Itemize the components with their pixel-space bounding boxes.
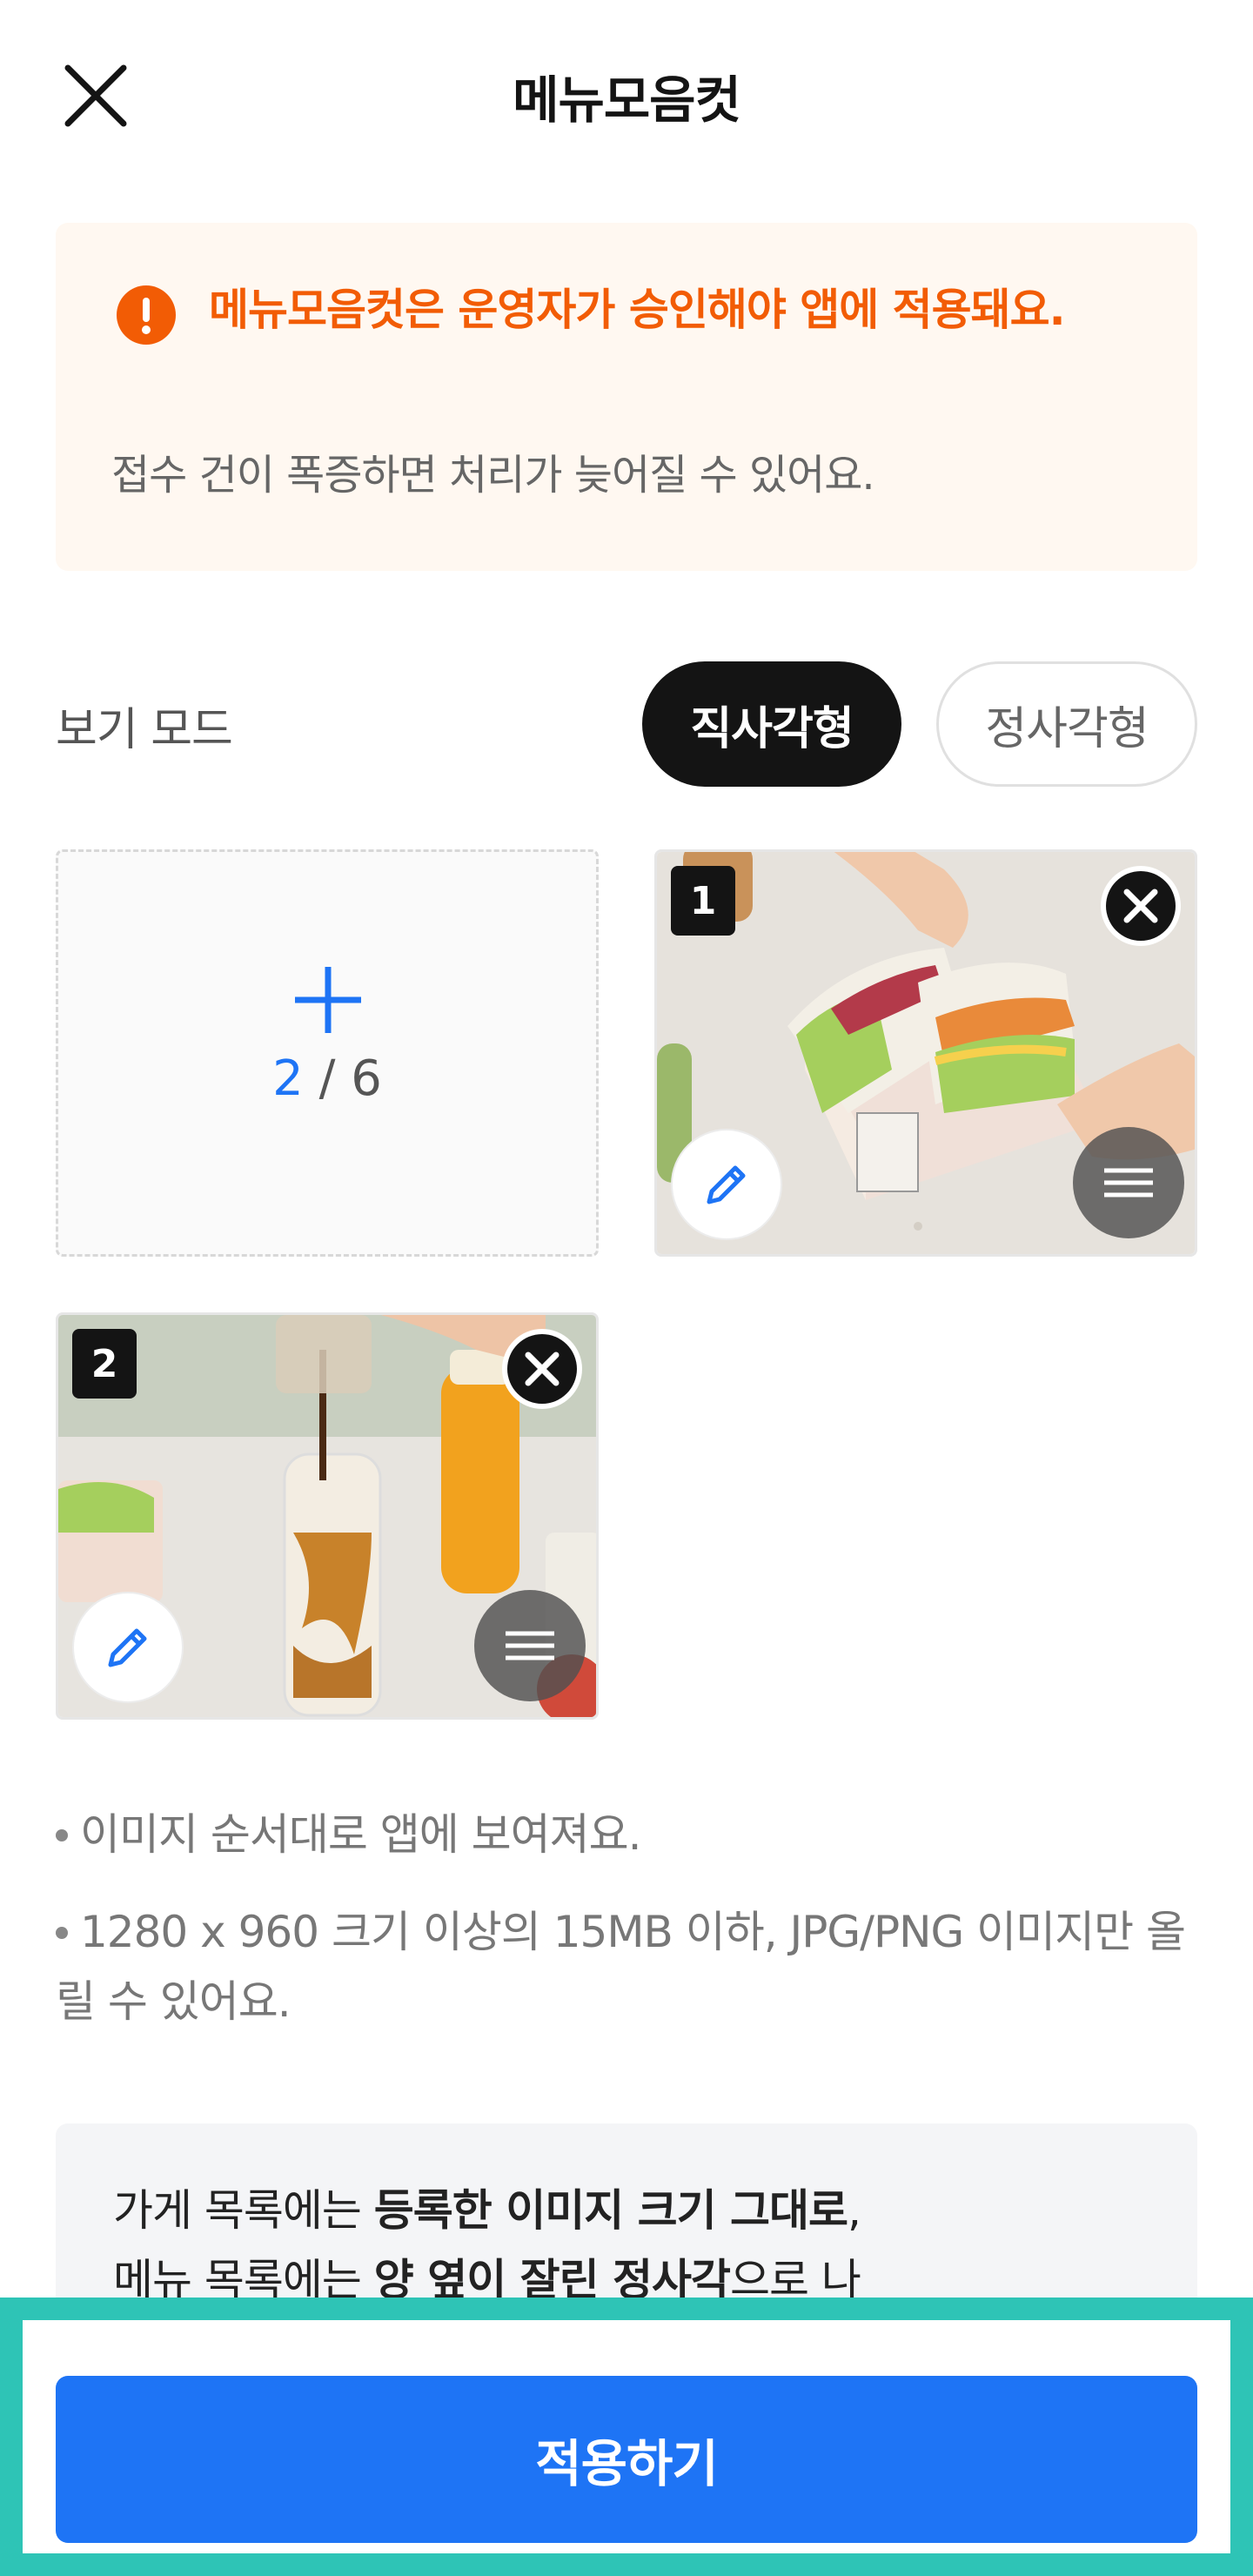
- bottom-action-bar: 적용하기: [0, 2298, 1253, 2576]
- edit-image-button[interactable]: [74, 1593, 182, 1701]
- view-mode-square-button[interactable]: 정사각형: [936, 661, 1197, 787]
- info-text-bold: 등록한 이미지 크기 그대로: [373, 2185, 848, 2236]
- image-order-badge: 1: [671, 866, 735, 936]
- bullet-icon: [56, 1828, 68, 1841]
- page-title: 메뉴모음컷: [513, 70, 741, 130]
- menu-collection-page: 메뉴모음컷 메뉴모음컷은 운영자가 승인해야 앱에 적용돼요. 접수 건이 폭증…: [0, 0, 1253, 2576]
- image-tile-2: 2: [56, 1312, 599, 1720]
- guide-text: 1280 x 960 크기 이상의 15MB 이하, JPG/PNG 이미지만 …: [56, 1907, 1186, 2027]
- header: 메뉴모음컷: [0, 0, 1253, 191]
- warning-icon: [117, 285, 176, 345]
- image-count-separator: /: [303, 1050, 352, 1107]
- image-count-current: 2: [272, 1050, 304, 1107]
- pencil-icon: [707, 1165, 746, 1204]
- menu-icon: [506, 1631, 554, 1660]
- apply-button[interactable]: 적용하기: [56, 2376, 1197, 2543]
- pencil-icon: [108, 1628, 147, 1667]
- plus-icon: [295, 967, 361, 1033]
- remove-image-button[interactable]: [1099, 864, 1183, 948]
- edit-image-button[interactable]: [673, 1130, 781, 1238]
- guide-item: 1280 x 960 크기 이상의 15MB 이하, JPG/PNG 이미지만 …: [56, 1897, 1197, 2036]
- image-tile-1: 1: [654, 849, 1197, 1257]
- notice-subtitle: 접수 건이 폭증하면 처리가 늦어질 수 있어요.: [111, 451, 875, 500]
- image-count: 2 / 6: [58, 1050, 596, 1107]
- guide-text: 이미지 순서대로 앱에 보여져요.: [80, 1809, 642, 1860]
- info-text-part: ,: [848, 2185, 861, 2236]
- approval-notice: 메뉴모음컷은 운영자가 승인해야 앱에 적용돼요. 접수 건이 폭증하면 처리가…: [56, 223, 1197, 571]
- bullet-icon: [56, 1926, 68, 1939]
- drag-handle[interactable]: [474, 1590, 586, 1701]
- guide-item: 이미지 순서대로 앱에 보여져요.: [56, 1800, 1197, 1869]
- view-mode-rectangle-button[interactable]: 직사각형: [642, 661, 901, 787]
- info-text-part: 가게 목록에는: [113, 2185, 374, 2236]
- bottom-action-container: 적용하기: [23, 2320, 1230, 2553]
- menu-icon: [1104, 1168, 1153, 1197]
- notice-title: 메뉴모음컷은 운영자가 승인해야 앱에 적용돼요.: [209, 285, 1066, 335]
- image-count-max: 6: [351, 1050, 382, 1107]
- add-image-button[interactable]: 2 / 6: [56, 849, 599, 1257]
- drag-handle[interactable]: [1073, 1127, 1184, 1238]
- image-order-badge: 2: [72, 1329, 137, 1399]
- view-mode-label: 보기 모드: [56, 704, 233, 756]
- display-info-text: 가게 목록에는 등록한 이미지 크기 그대로, 메뉴 목록에는 양 옆이 잘린 …: [113, 2176, 1140, 2315]
- remove-image-button[interactable]: [500, 1327, 584, 1411]
